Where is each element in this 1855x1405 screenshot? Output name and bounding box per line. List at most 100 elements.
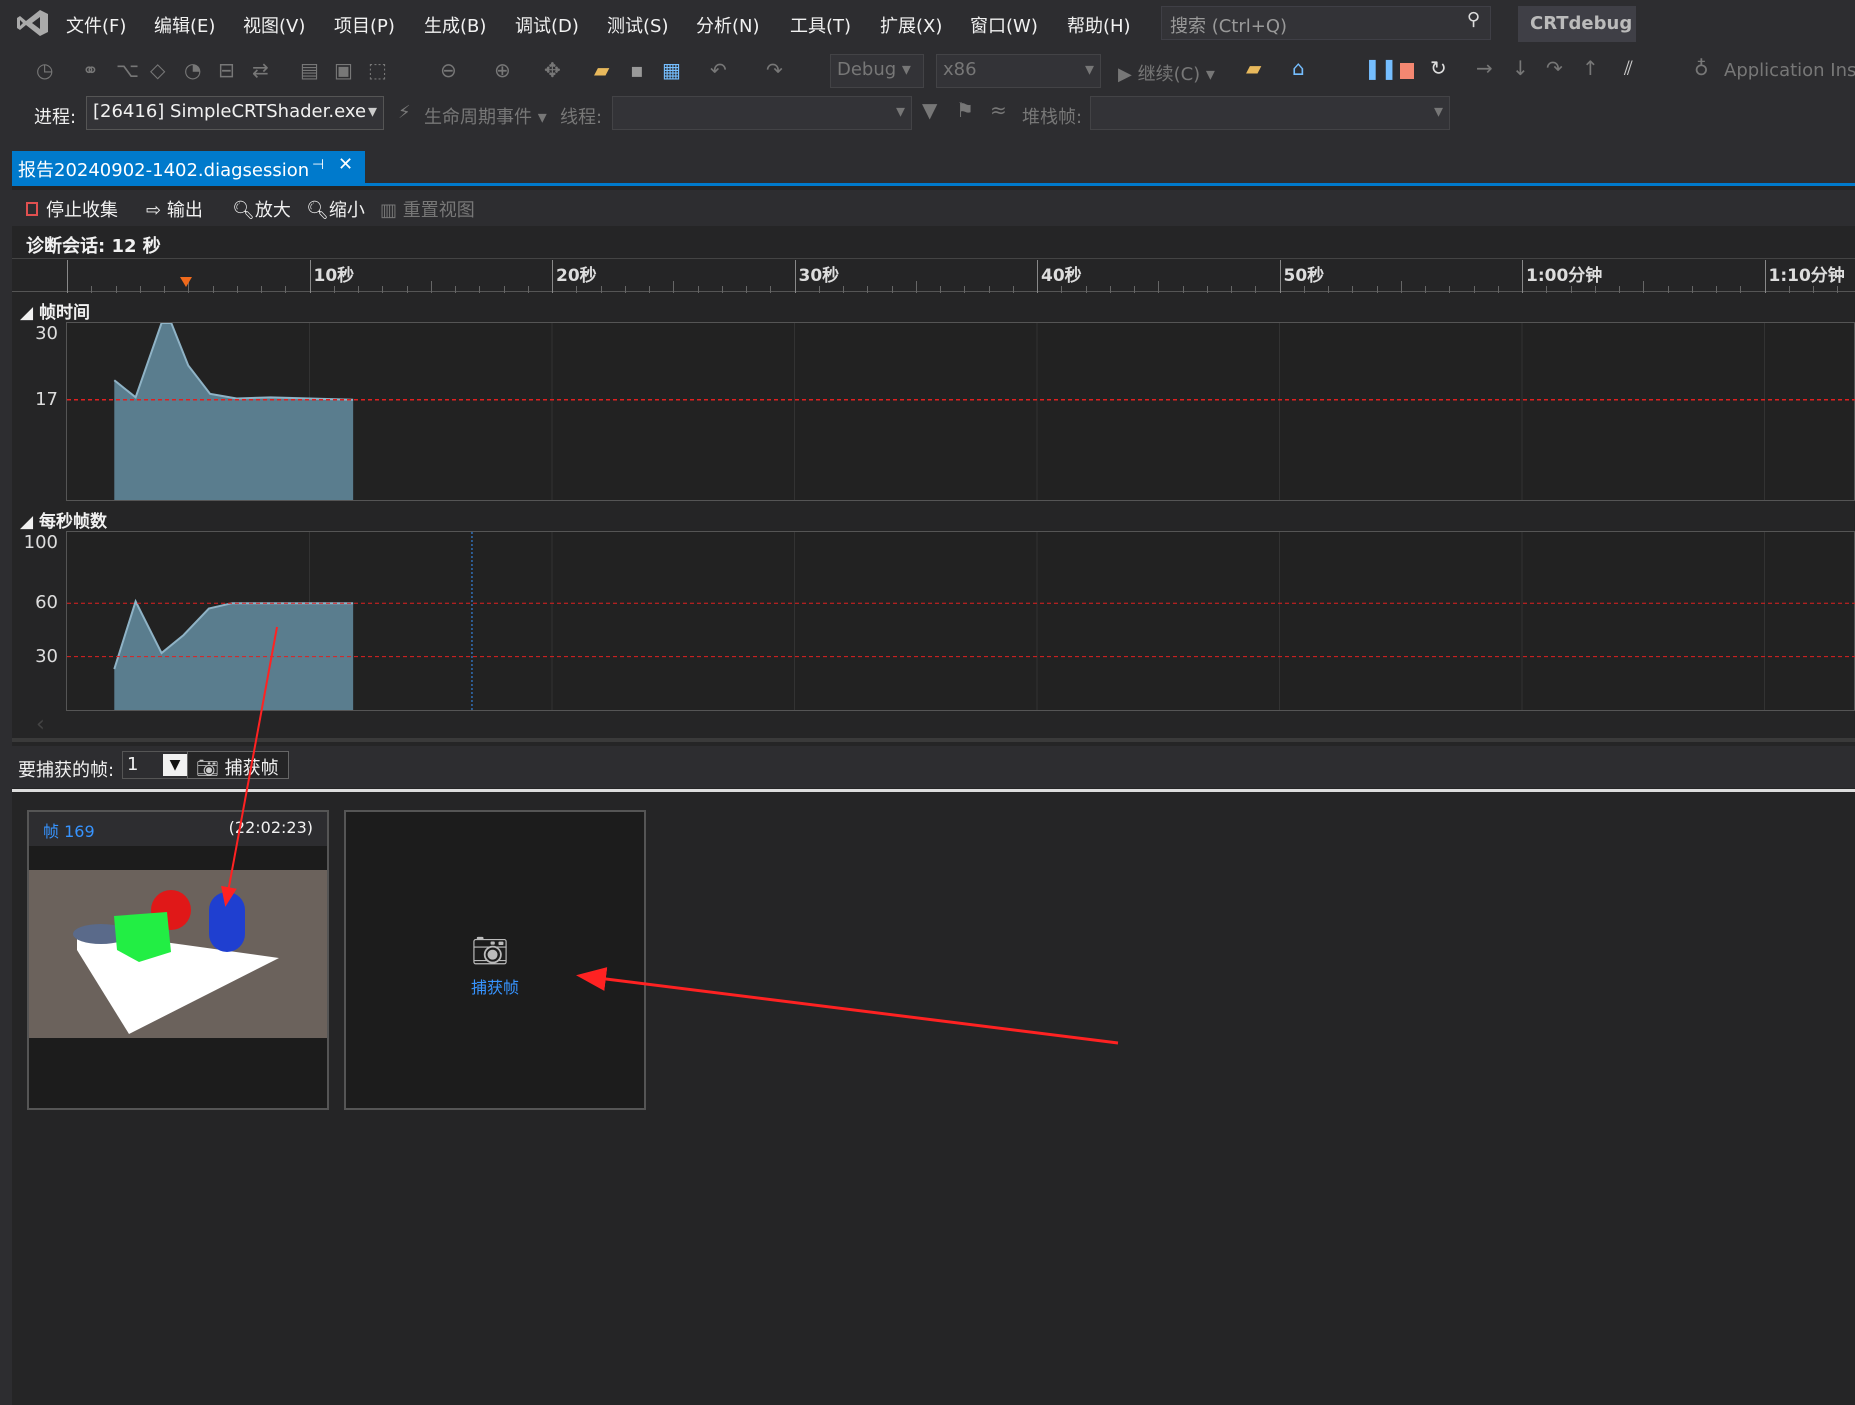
lifecycle-events-icon: ⚡ (398, 102, 411, 123)
frame-card[interactable]: 帧 169 (22:02:23) (27, 810, 329, 1110)
ruler-tick (1206, 286, 1208, 293)
step-over-icon[interactable]: ↷ (1546, 56, 1563, 80)
find-folder-icon[interactable]: ▰ (1246, 56, 1261, 80)
platform-select[interactable]: x86 ▾ (936, 54, 1101, 88)
configuration-select[interactable]: Debug ▾ (830, 54, 924, 88)
pause-icon[interactable]: ❚❚ (1364, 56, 1398, 80)
capture-toolbar: 要捕获的帧: 1 ▼ 📷︎ 捕获帧 (12, 746, 1855, 788)
ruler-tick (1837, 286, 1839, 293)
redo-icon[interactable]: ↷ (766, 58, 783, 82)
save-icon[interactable]: ▪ (630, 58, 644, 82)
menu-item[interactable]: 文件(F) (66, 12, 126, 38)
new-item-icon[interactable]: ▤ (300, 58, 319, 82)
show-next-statement-icon[interactable]: → (1476, 56, 1493, 80)
stack-frame-select[interactable]: ▾ (1090, 96, 1450, 130)
ruler-tick (1497, 286, 1499, 293)
scroll-left-icon[interactable]: ‹ (36, 712, 45, 737)
process-select[interactable]: [26416] SimpleCRTShader.exe ▾ (86, 96, 384, 130)
y-tick-label: 60 (35, 592, 58, 614)
swap-icon[interactable]: ⇄ (252, 58, 269, 82)
capture-frame-button[interactable]: 📷︎ 捕获帧 (187, 751, 289, 779)
threads-icon[interactable]: ≈ (990, 98, 1007, 122)
select-icon[interactable]: ⬚ (368, 58, 387, 82)
continue-button[interactable]: ▶ 继续(C) ▾ (1118, 60, 1215, 86)
menu-item[interactable]: 窗口(W) (970, 12, 1038, 38)
menu-item[interactable]: 编辑(E) (154, 12, 215, 38)
fps-header[interactable]: ◢ 每秒帧数 (20, 507, 107, 532)
ruler-tick (964, 286, 966, 293)
menu-item[interactable]: 帮助(H) (1067, 12, 1131, 38)
menu-item[interactable]: 生成(B) (424, 12, 486, 38)
ruler-label: 40秒 (1041, 266, 1082, 286)
new-project-icon[interactable]: ✥ (544, 58, 561, 82)
save-all-icon[interactable]: ▦ (662, 58, 681, 82)
server-icon[interactable]: ⊟ (218, 58, 235, 82)
menu-item[interactable]: 工具(T) (790, 12, 851, 38)
ruler-tick (673, 281, 675, 293)
ruler-tick (1643, 281, 1645, 293)
flag-filter-icon[interactable]: ⚑ (956, 98, 974, 122)
ruler-tick (115, 286, 117, 293)
chevron-down-icon[interactable]: ▼ (163, 754, 187, 776)
open-folder-icon[interactable]: ▰ (594, 58, 609, 82)
close-icon[interactable]: ✕ (338, 154, 353, 175)
undo-icon[interactable]: ↶ (710, 58, 727, 82)
lightbulb-icon: ♁ (1694, 56, 1709, 80)
splitter[interactable] (12, 738, 1855, 742)
step-out-icon[interactable]: ↑ (1582, 56, 1599, 80)
lifecycle-events-button[interactable]: 生命周期事件 ▾ (424, 103, 547, 129)
menu-item[interactable]: 扩展(X) (880, 12, 942, 38)
account-badge[interactable]: CRTdebug (1518, 6, 1636, 42)
branch-icon[interactable]: ⌥ (116, 58, 139, 82)
restart-icon[interactable]: ↻ (1430, 56, 1447, 80)
time-ruler[interactable]: 10秒 20秒 30秒 40秒 50秒 1:00分钟 1:10分钟 (12, 258, 1855, 293)
history-icon[interactable]: ◷ (36, 58, 53, 82)
folder-icon[interactable]: ▣ (334, 58, 353, 82)
ruler-tick (1279, 260, 1281, 293)
menu-item[interactable]: 分析(N) (696, 12, 760, 38)
hot-reload-icon[interactable]: ⫽ (1624, 56, 1633, 80)
ruler-tick (1570, 286, 1572, 293)
ruler-tick (212, 286, 214, 293)
step-into-icon[interactable]: ↓ (1512, 56, 1529, 80)
filter-icon[interactable]: ▼ (922, 98, 937, 122)
back-icon[interactable]: ⊖ (440, 58, 457, 82)
menu-item[interactable]: 调试(D) (515, 12, 579, 38)
stop-collection-button[interactable]: 停止收集 (26, 196, 118, 222)
session-duration: 诊断会话: 12 秒 (26, 236, 161, 257)
menu-item[interactable]: 测试(S) (607, 12, 668, 38)
forward-icon[interactable]: ⊕ (494, 58, 511, 82)
frame-thumbnail[interactable] (29, 870, 327, 1038)
fps-chart[interactable] (66, 531, 1855, 711)
ruler-tick (576, 286, 578, 293)
ruler-tick (358, 286, 359, 293)
frame-time: (22:02:23) (228, 818, 313, 837)
frame-time-chart[interactable] (66, 322, 1855, 501)
current-time-marker[interactable] (179, 277, 192, 287)
reset-view-button[interactable]: ▥ 重置视图 (380, 196, 475, 222)
home-window-icon[interactable]: ⌂ (1292, 56, 1305, 80)
capture-frame-link[interactable]: 捕获帧 (346, 974, 644, 998)
clock-back-icon[interactable]: ◔ (184, 58, 201, 82)
hierarchy-icon[interactable]: ⚭ (82, 58, 99, 82)
capture-placeholder-card[interactable]: 📷︎ 捕获帧 (344, 810, 646, 1110)
tag-icon[interactable]: ◇ (150, 58, 165, 82)
menu-item[interactable]: 项目(P) (334, 12, 395, 38)
ruler-tick (333, 286, 335, 293)
search-input[interactable]: 搜索 (Ctrl+Q) ⚲ (1161, 6, 1491, 40)
stop-icon[interactable] (1400, 63, 1414, 79)
output-button[interactable]: ⇨ 输出 (146, 196, 203, 222)
tab-diagsession[interactable]: 报告20240902-1402.diagsession ⊣ ✕ (12, 151, 365, 185)
ruler-tick (843, 286, 844, 293)
ruler-tick (430, 281, 432, 293)
capture-count-select[interactable]: 1 ▼ (122, 751, 190, 779)
application-insights-button[interactable]: Application Insights (1724, 60, 1855, 81)
menu-item[interactable]: 视图(V) (243, 12, 305, 38)
thread-select[interactable]: ▾ (612, 96, 912, 130)
frame-time-header[interactable]: ◢ 帧时间 (20, 298, 90, 323)
ruler-label: 1:00分钟 (1526, 266, 1603, 286)
pin-icon[interactable]: ⊣ (312, 157, 324, 173)
zoom-out-button[interactable]: 🔍︎缩小 (306, 196, 365, 222)
frame-number[interactable]: 帧 169 (43, 818, 95, 842)
zoom-in-button[interactable]: 🔍︎放大 (232, 196, 291, 222)
